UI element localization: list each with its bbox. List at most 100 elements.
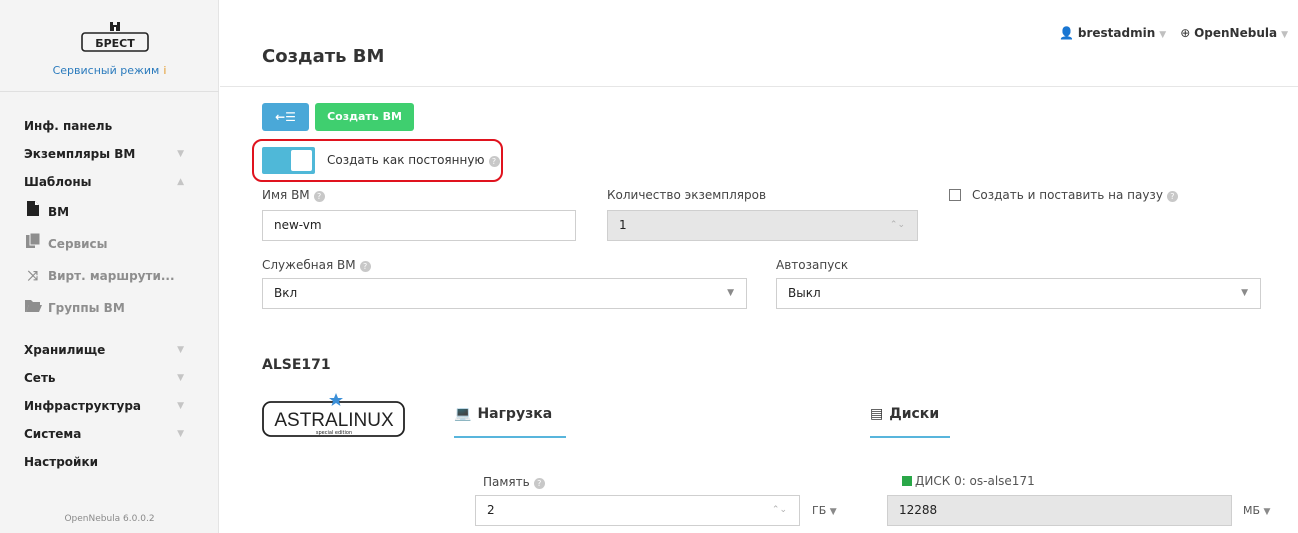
service-vm-label-text: Служебная ВМ (262, 258, 356, 272)
astralinux-logo-sub: special edition (316, 430, 352, 436)
vm-name-input[interactable]: new-vm (262, 210, 576, 241)
back-list-icon: ←☰ (275, 110, 296, 124)
chevron-down-icon: ▼ (1159, 30, 1167, 40)
help-icon[interactable]: ? (313, 191, 325, 202)
service-mode: Сервисный режим i (0, 64, 219, 77)
persistent-toggle[interactable] (262, 147, 315, 174)
disk-unit-select[interactable]: МБ ▼ (1243, 504, 1270, 517)
sidebar-subitem-vm[interactable]: ВМ (0, 196, 219, 228)
info-icon[interactable]: i (163, 64, 166, 77)
sidebar-item-dashboard[interactable]: Инф. панель (0, 112, 219, 140)
sidebar-item-storage[interactable]: Хранилище ▼ (0, 336, 219, 364)
service-mode-label: Сервисный режим (52, 64, 160, 77)
zone-menu[interactable]: ⊕ OpenNebula ▼ (1180, 26, 1288, 40)
chevron-down-icon: ▼ (1263, 507, 1271, 517)
memory-input[interactable]: 2 ⌃⌄ (475, 495, 800, 526)
chevron-down-icon: ▼ (177, 373, 184, 383)
help-icon[interactable]: ? (1166, 191, 1178, 202)
help-icon[interactable]: ? (488, 156, 500, 167)
chevron-down-icon: ▼ (829, 507, 837, 517)
sidebar-item-label: Инфраструктура (24, 399, 142, 413)
chevron-down-icon: ▼ (177, 429, 184, 439)
chevron-down-icon: ▼ (1241, 288, 1248, 298)
sidebar-item-label: Система (24, 427, 82, 441)
instances-value: 1 (619, 218, 627, 232)
sidebar-item-label: Инф. панель (24, 119, 113, 133)
memory-label-text: Память (483, 475, 530, 489)
zone-name: OpenNebula (1194, 26, 1278, 40)
tab-disks-label: Диски (889, 406, 940, 422)
toggle-knob (291, 150, 312, 171)
vm-name-label: Имя ВМ? (262, 188, 325, 202)
autostart-label: Автозапуск (776, 258, 849, 272)
sidebar-subitem-label: ВМ (48, 205, 70, 219)
app-root: БРЕСТ Сервисный режим i Инф. панель Экзем… (0, 0, 1298, 533)
brand: БРЕСТ Сервисный режим i (0, 0, 219, 92)
create-vm-label: Создать ВМ (327, 110, 402, 123)
chevron-up-icon: ▲ (177, 177, 184, 187)
service-vm-value: Вкл (274, 286, 298, 300)
vm-name-value: new-vm (274, 218, 322, 232)
sidebar-item-label: Хранилище (24, 343, 106, 357)
user-icon: 👤 (1059, 26, 1075, 40)
hold-label: Создать и поставить на паузу? (972, 188, 1178, 202)
files-icon (24, 228, 42, 260)
sidebar-item-infrastructure[interactable]: Инфраструктура ▼ (0, 392, 219, 420)
sidebar-item-label: Сеть (24, 371, 56, 385)
chevron-down-icon: ▼ (177, 401, 184, 411)
disk-size-input[interactable]: 12288 (887, 495, 1232, 526)
sidebar-item-network[interactable]: Сеть ▼ (0, 364, 219, 392)
sidebar-nav: Инф. панель Экземпляры ВМ ▼ Шаблоны ▲ ВМ С… (0, 112, 219, 476)
version-label: OpenNebula 6.0.0.2 (64, 514, 155, 524)
instances-input[interactable]: 1 ⌃⌄ (607, 210, 918, 241)
folder-icon (24, 292, 42, 324)
persistent-label: Создать как постоянную? (327, 153, 500, 167)
tab-load[interactable]: 💻 Нагрузка (454, 406, 566, 438)
service-vm-label: Служебная ВМ? (262, 258, 371, 272)
brest-logo[interactable]: БРЕСТ (79, 22, 151, 54)
disk-label-text: ДИСК 0: os-alse171 (915, 474, 1035, 488)
tab-load-label: Нагрузка (477, 406, 553, 422)
back-to-list-button[interactable]: ←☰ (262, 103, 309, 131)
sidebar-item-label: Настройки (24, 455, 99, 469)
memory-unit-select[interactable]: ГБ ▼ (812, 504, 837, 517)
sidebar-subitem-label: Вирт. маршрути... (48, 269, 175, 283)
sidebar-item-settings[interactable]: Настройки (0, 448, 219, 476)
sidebar-item-templates[interactable]: Шаблоны ▲ (0, 168, 219, 196)
disk-size-value: 12288 (899, 503, 938, 517)
topbar-user-area: 👤 brestadmin ▼ ⊕ OpenNebula ▼ (1059, 26, 1288, 40)
help-icon[interactable]: ? (533, 478, 545, 489)
service-vm-select[interactable]: Вкл ▼ (262, 278, 747, 309)
instances-label: Количество экземпляров (607, 188, 767, 202)
autostart-select[interactable]: Выкл ▼ (776, 278, 1261, 309)
vm-name-label-text: Имя ВМ (262, 188, 310, 202)
tab-disks[interactable]: ▤ Диски (870, 406, 950, 438)
sidebar-subitem-vrouters[interactable]: ⤨ Вирт. маршрути... (0, 260, 219, 292)
help-icon[interactable]: ? (359, 261, 371, 272)
spinner-icon: ⌃⌄ (771, 505, 787, 515)
persistent-label-text: Создать как постоянную (327, 153, 485, 167)
template-name: ALSE171 (262, 357, 331, 373)
autostart-value: Выкл (788, 286, 821, 300)
sidebar-item-system[interactable]: Система ▼ (0, 420, 219, 448)
sidebar-subitem-services[interactable]: Сервисы (0, 228, 219, 260)
sidebar: БРЕСТ Сервисный режим i Инф. панель Экзем… (0, 0, 219, 533)
sidebar-item-vms[interactable]: Экземпляры ВМ ▼ (0, 140, 219, 168)
sidebar-subitem-vmgroups[interactable]: Группы ВМ (0, 292, 219, 324)
globe-icon: ⊕ (1180, 26, 1191, 40)
file-icon (24, 196, 42, 228)
server-icon: ▤ (870, 406, 884, 422)
disk-unit-value: МБ (1243, 504, 1261, 517)
astralinux-logo-text: ASTRALINUX (274, 410, 394, 431)
hold-checkbox[interactable] (949, 189, 961, 201)
spinner-icon: ⌃⌄ (889, 220, 905, 230)
shuffle-icon: ⤨ (27, 269, 39, 284)
chevron-down-icon: ▼ (1281, 30, 1288, 40)
disk-status-icon (902, 476, 912, 486)
page-title: Создать ВМ (262, 46, 385, 67)
create-vm-button[interactable]: Создать ВМ (315, 103, 414, 131)
laptop-icon: 💻 (454, 406, 472, 422)
chevron-down-icon: ▼ (727, 288, 734, 298)
user-menu[interactable]: 👤 brestadmin ▼ (1059, 26, 1166, 40)
sidebar-item-label: Шаблоны (24, 175, 92, 189)
